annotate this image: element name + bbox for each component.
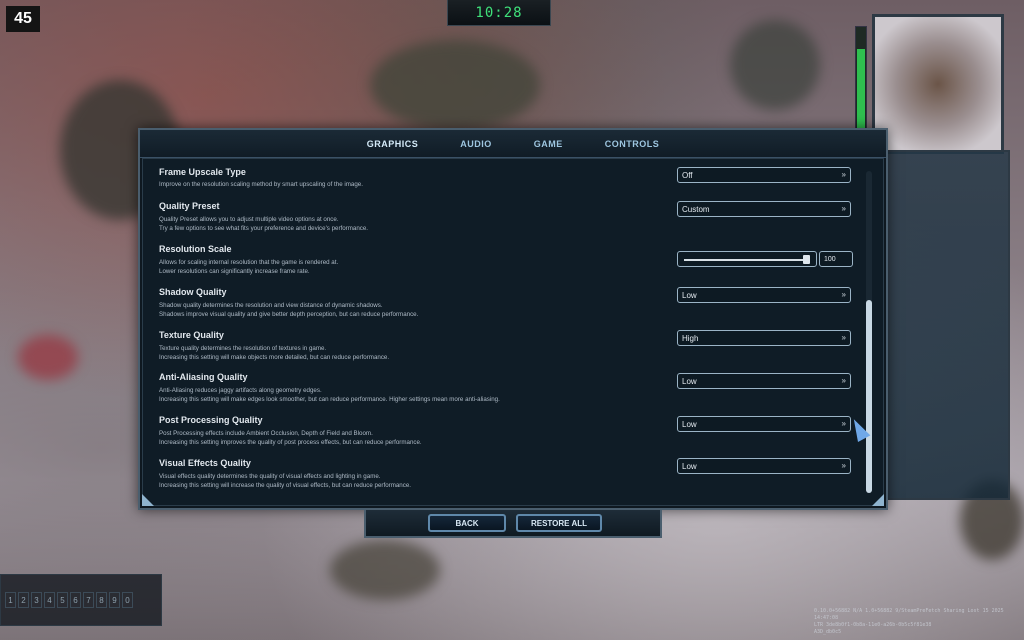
- quality-preset-dropdown[interactable]: Custom »: [677, 201, 851, 217]
- terrain-rocks: [730, 20, 820, 110]
- back-button[interactable]: BACK: [428, 514, 506, 532]
- description-line: Lower resolutions can significantly incr…: [159, 268, 310, 275]
- slider-value-text: 100: [824, 255, 836, 263]
- slider-track: [684, 259, 808, 261]
- frame-upscale-dropdown[interactable]: Off »: [677, 167, 851, 183]
- chevron-down-icon: »: [841, 204, 846, 213]
- hotbar-slot[interactable]: 5: [57, 592, 68, 608]
- dialog-footer: BACK RESTORE ALL: [364, 510, 662, 538]
- dropdown-value: Low: [682, 419, 697, 429]
- hotbar-slot[interactable]: 0: [122, 592, 133, 608]
- fps-value: 45: [14, 10, 32, 27]
- settings-tabs: GRAPHICS AUDIO GAME CONTROLS: [140, 130, 886, 158]
- anti-aliasing-dropdown[interactable]: Low »: [677, 373, 851, 389]
- settings-list[interactable]: Frame Upscale Type Improve on the resolu…: [142, 158, 884, 506]
- description-line: Increasing this setting will make edges …: [159, 396, 500, 403]
- build-info-line: LTR 3de8b0f1-0b8a-11e0-a26b-0b5c5f81e38: [814, 622, 932, 628]
- chevron-down-icon: »: [841, 290, 846, 299]
- hotbar-slot[interactable]: 7: [83, 592, 94, 608]
- hotbar-slot[interactable]: 6: [70, 592, 81, 608]
- chevron-down-icon: »: [841, 170, 846, 179]
- dropdown-value: Low: [682, 376, 697, 386]
- visual-effects-dropdown[interactable]: Low »: [677, 458, 851, 474]
- scrollbar-thumb[interactable]: [866, 299, 872, 493]
- fps-counter: 45: [6, 6, 40, 32]
- tab-controls[interactable]: CONTROLS: [601, 137, 664, 151]
- description-line: Increasing this setting improves the qua…: [159, 439, 422, 446]
- control-group-hotbar[interactable]: 1234567890: [0, 574, 162, 626]
- hotbar-slot[interactable]: 9: [109, 592, 120, 608]
- hotbar-slot[interactable]: 3: [31, 592, 42, 608]
- slider-thumb[interactable]: [803, 255, 810, 264]
- build-info: 0.10.0+56882 N/A 1.0+56882 9/SteamPreFet…: [814, 608, 1020, 636]
- scrollbar-track[interactable]: [866, 171, 872, 493]
- hotbar-slot[interactable]: 1: [5, 592, 16, 608]
- resolution-scale-value[interactable]: 100: [819, 251, 853, 267]
- terrain-bush: [330, 540, 440, 600]
- resolution-scale-slider[interactable]: [677, 251, 817, 267]
- terrain-red-unit: [18, 335, 78, 380]
- setting-description: Quality Preset allows you to adjust mult…: [159, 215, 859, 233]
- terrain-tank-wreck: [370, 40, 540, 130]
- tab-graphics[interactable]: GRAPHICS: [363, 137, 423, 151]
- description-line: Increasing this setting will make object…: [159, 354, 390, 361]
- restore-all-button[interactable]: RESTORE ALL: [516, 514, 602, 532]
- dropdown-value: High: [682, 333, 699, 343]
- setting-description: Shadow quality determines the resolution…: [159, 301, 859, 319]
- setting-description: Visual effects quality determines the qu…: [159, 472, 859, 490]
- description-line: Try a few options to see what fits your …: [159, 225, 369, 232]
- hotbar-slot[interactable]: 8: [96, 592, 107, 608]
- description-line: Shadows improve visual quality and give …: [159, 311, 419, 318]
- description-line: Increasing this setting will increase th…: [159, 482, 411, 489]
- shadow-quality-dropdown[interactable]: Low »: [677, 287, 851, 303]
- setting-description: Texture quality determines the resolutio…: [159, 344, 859, 362]
- chevron-down-icon: »: [841, 419, 846, 428]
- clock-value: 10:28: [475, 4, 523, 21]
- build-info-line: A3D_db0c5: [814, 629, 842, 635]
- settings-dialog: GRAPHICS AUDIO GAME CONTROLS Frame Upsca…: [138, 128, 888, 510]
- chevron-down-icon: »: [841, 333, 846, 342]
- texture-quality-dropdown[interactable]: High »: [677, 330, 851, 346]
- minimap[interactable]: [872, 14, 1004, 154]
- tab-audio[interactable]: AUDIO: [456, 137, 496, 151]
- post-processing-dropdown[interactable]: Low »: [677, 416, 851, 432]
- tab-game[interactable]: GAME: [530, 137, 567, 151]
- build-panel[interactable]: [868, 150, 1010, 500]
- dropdown-value: Low: [682, 461, 697, 471]
- dropdown-value: Custom: [682, 204, 710, 214]
- dropdown-value: Low: [682, 290, 697, 300]
- hotbar-slot[interactable]: 4: [44, 592, 55, 608]
- hotbar-slot[interactable]: 2: [18, 592, 29, 608]
- build-info-line: 0.10.0+56882 N/A 1.0+56882 9/SteamPreFet…: [814, 608, 1004, 621]
- chevron-down-icon: »: [841, 461, 846, 470]
- chevron-down-icon: »: [841, 376, 846, 385]
- dropdown-value: Off: [682, 170, 693, 180]
- game-clock: 10:28: [447, 0, 551, 26]
